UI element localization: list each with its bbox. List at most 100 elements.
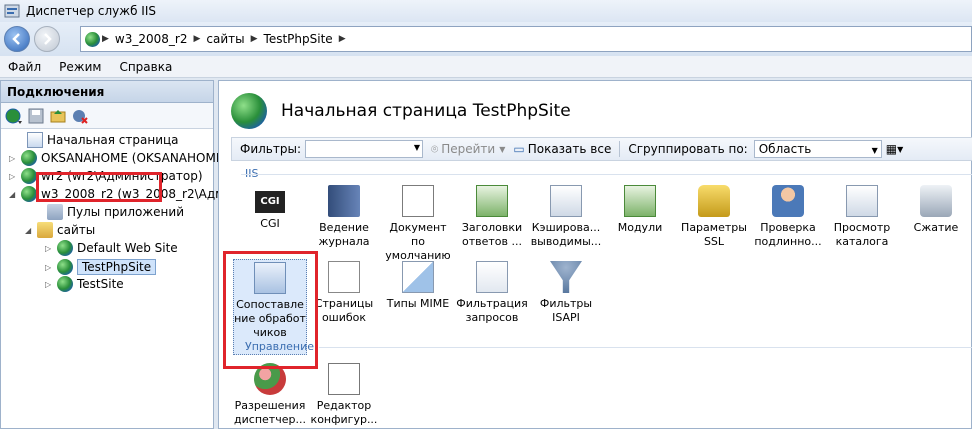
group-by-value: Область	[758, 142, 812, 156]
feature-modules[interactable]: Модули	[603, 185, 677, 235]
navigation-bar: ▶ w3_2008_r2 ▶ сайты ▶ TestPhpSite ▶	[0, 22, 972, 56]
section-divider	[319, 347, 972, 348]
group-by-label: Сгруппировать по:	[628, 142, 748, 156]
globe-icon	[85, 31, 100, 47]
show-all-label: Показать все	[527, 142, 612, 156]
back-button[interactable]	[4, 26, 30, 52]
forward-button[interactable]	[34, 26, 60, 52]
menu-view[interactable]: Режим	[59, 60, 101, 74]
connect-globe-icon[interactable]	[5, 107, 23, 125]
feature-label: Параметры SSL	[681, 221, 747, 248]
feature-error-pages[interactable]: Страницы ошибок	[307, 261, 381, 325]
tree-item-label: Пулы приложений	[67, 205, 184, 219]
connections-panel: Подключения Начальная страница ▷ OKSANAH…	[0, 80, 240, 429]
tree-item-label: Начальная страница	[47, 133, 179, 147]
feature-request-filtering[interactable]: Фильтрация запросов	[455, 261, 529, 325]
feature-label: Фильтры ISAPI	[539, 297, 593, 324]
feature-label: Редактор конфигур...	[310, 399, 378, 426]
connections-header: Подключения	[1, 81, 213, 103]
feature-isapi-filters[interactable]: Фильтры ISAPI	[529, 261, 603, 325]
grid-view-icon: ▦	[885, 142, 898, 156]
up-folder-icon[interactable]	[49, 107, 67, 125]
show-all-button[interactable]: ▭ Показать все	[513, 142, 611, 156]
breadcrumb-separator[interactable]: ▶	[102, 34, 109, 44]
feature-mime-types[interactable]: Типы MIME	[381, 261, 455, 311]
feature-label: Фильтрация запросов	[456, 297, 528, 324]
feature-default-document[interactable]: Документ по умолчанию	[381, 185, 455, 263]
chevron-down-icon: ▼	[897, 144, 904, 154]
tree-item-oksanahome[interactable]: ▷ OKSANAHOME (OKSANAHOME	[9, 149, 223, 167]
site-globe-icon	[231, 93, 267, 129]
feature-ssl-settings[interactable]: Параметры SSL	[677, 185, 751, 249]
tree-item-label: сайты	[57, 223, 96, 237]
feature-directory-browsing[interactable]: Просмотр каталога	[825, 185, 899, 249]
globe-icon	[57, 259, 73, 275]
authentication-icon	[772, 185, 804, 217]
show-all-icon: ▭	[513, 142, 525, 156]
feature-label: Заголовки ответов ...	[461, 221, 523, 248]
breadcrumb-separator[interactable]: ▶	[339, 34, 346, 44]
main-panel: Начальная страница TestPhpSite Фильтры: …	[218, 80, 972, 429]
feature-label: Ведение журнала	[318, 221, 370, 248]
filter-input[interactable]: ▼	[305, 140, 423, 158]
feature-label: Сжатие	[913, 221, 959, 234]
chevron-down-icon[interactable]: ▼	[414, 143, 420, 152]
save-icon[interactable]	[27, 107, 45, 125]
go-label: Перейти	[441, 142, 496, 156]
chevron-down-icon: ▼	[871, 146, 878, 155]
go-button[interactable]: ⌾ Перейти ▼	[431, 142, 505, 157]
filter-label: Фильтры:	[240, 142, 301, 156]
feature-manager-permissions[interactable]: Разрешения диспетчер...	[233, 363, 307, 427]
page-header: Начальная страница TestPhpSite	[231, 93, 571, 129]
section-divider	[241, 174, 972, 175]
address-bar[interactable]: ▶ w3_2008_r2 ▶ сайты ▶ TestPhpSite ▶	[80, 26, 972, 52]
group-by-select[interactable]: Область ▼	[753, 140, 882, 158]
feature-logging[interactable]: Ведение журнала	[307, 185, 381, 249]
feature-compression[interactable]: Сжатие	[899, 185, 972, 235]
disconnect-icon[interactable]	[71, 107, 89, 125]
highlight-annotation-box	[36, 172, 162, 202]
menu-help[interactable]: Справка	[119, 60, 172, 74]
feature-cgi[interactable]: CGI CGI	[233, 185, 307, 231]
globe-icon	[57, 240, 73, 256]
tree-item-label: Default Web Site	[77, 241, 178, 255]
feature-authentication[interactable]: Проверка подлинно...	[751, 185, 825, 249]
binoculars-icon: ⌾	[431, 141, 439, 156]
isapi-filters-icon	[550, 261, 582, 293]
feature-output-caching[interactable]: Кэширова... выводимы...	[529, 185, 603, 249]
arrow-left-icon	[12, 33, 20, 45]
breadcrumb-separator[interactable]: ▶	[193, 34, 200, 44]
tree-item-app-pools[interactable]: Пулы приложений	[35, 203, 184, 221]
feature-label: Модули	[617, 221, 663, 234]
tree-item-default-web-site[interactable]: ▷ Default Web Site	[45, 239, 178, 257]
breadcrumb-server[interactable]: w3_2008_r2	[115, 32, 188, 46]
tree-item-label: OKSANAHOME (OKSANAHOME	[41, 151, 224, 165]
feature-label: Проверка подлинно...	[754, 221, 822, 248]
tree-item-testsite[interactable]: ▷ TestSite	[45, 275, 124, 293]
feature-response-headers[interactable]: Заголовки ответов ...	[455, 185, 529, 249]
folder-icon	[37, 222, 53, 238]
tree-item-sites[interactable]: ◢ сайты	[25, 221, 95, 239]
configuration-editor-icon	[328, 363, 360, 395]
feature-configuration-editor[interactable]: Редактор конфигур...	[307, 363, 381, 427]
view-mode-button[interactable]: ▦ ▼	[886, 142, 904, 156]
menu-file[interactable]: Файл	[8, 60, 41, 74]
toolbar-separator	[619, 141, 621, 157]
breadcrumb-sites[interactable]: сайты	[206, 32, 244, 46]
default-document-icon	[402, 185, 434, 217]
server-globe-icon	[21, 168, 37, 184]
iis-manager-icon	[4, 3, 20, 19]
request-filtering-icon	[476, 261, 508, 293]
directory-browsing-icon	[846, 185, 878, 217]
breadcrumb-site[interactable]: TestPhpSite	[264, 32, 333, 46]
feature-label: Разрешения диспетчер...	[234, 399, 306, 426]
breadcrumb-separator[interactable]: ▶	[251, 34, 258, 44]
filter-toolbar: Фильтры: ▼ ⌾ Перейти ▼ ▭ Показать все Сг…	[231, 137, 972, 161]
tree-item-label: TestSite	[77, 277, 124, 291]
tree-item-start-page[interactable]: Начальная страница	[15, 131, 179, 149]
cgi-icon: CGI	[255, 191, 285, 213]
arrow-right-icon	[44, 33, 52, 45]
title-bar: Диспетчер служб IIS	[0, 0, 972, 22]
feature-label: Просмотр каталога	[833, 221, 891, 248]
tree-item-testphpsite[interactable]: ▷ TestPhpSite	[45, 258, 157, 276]
